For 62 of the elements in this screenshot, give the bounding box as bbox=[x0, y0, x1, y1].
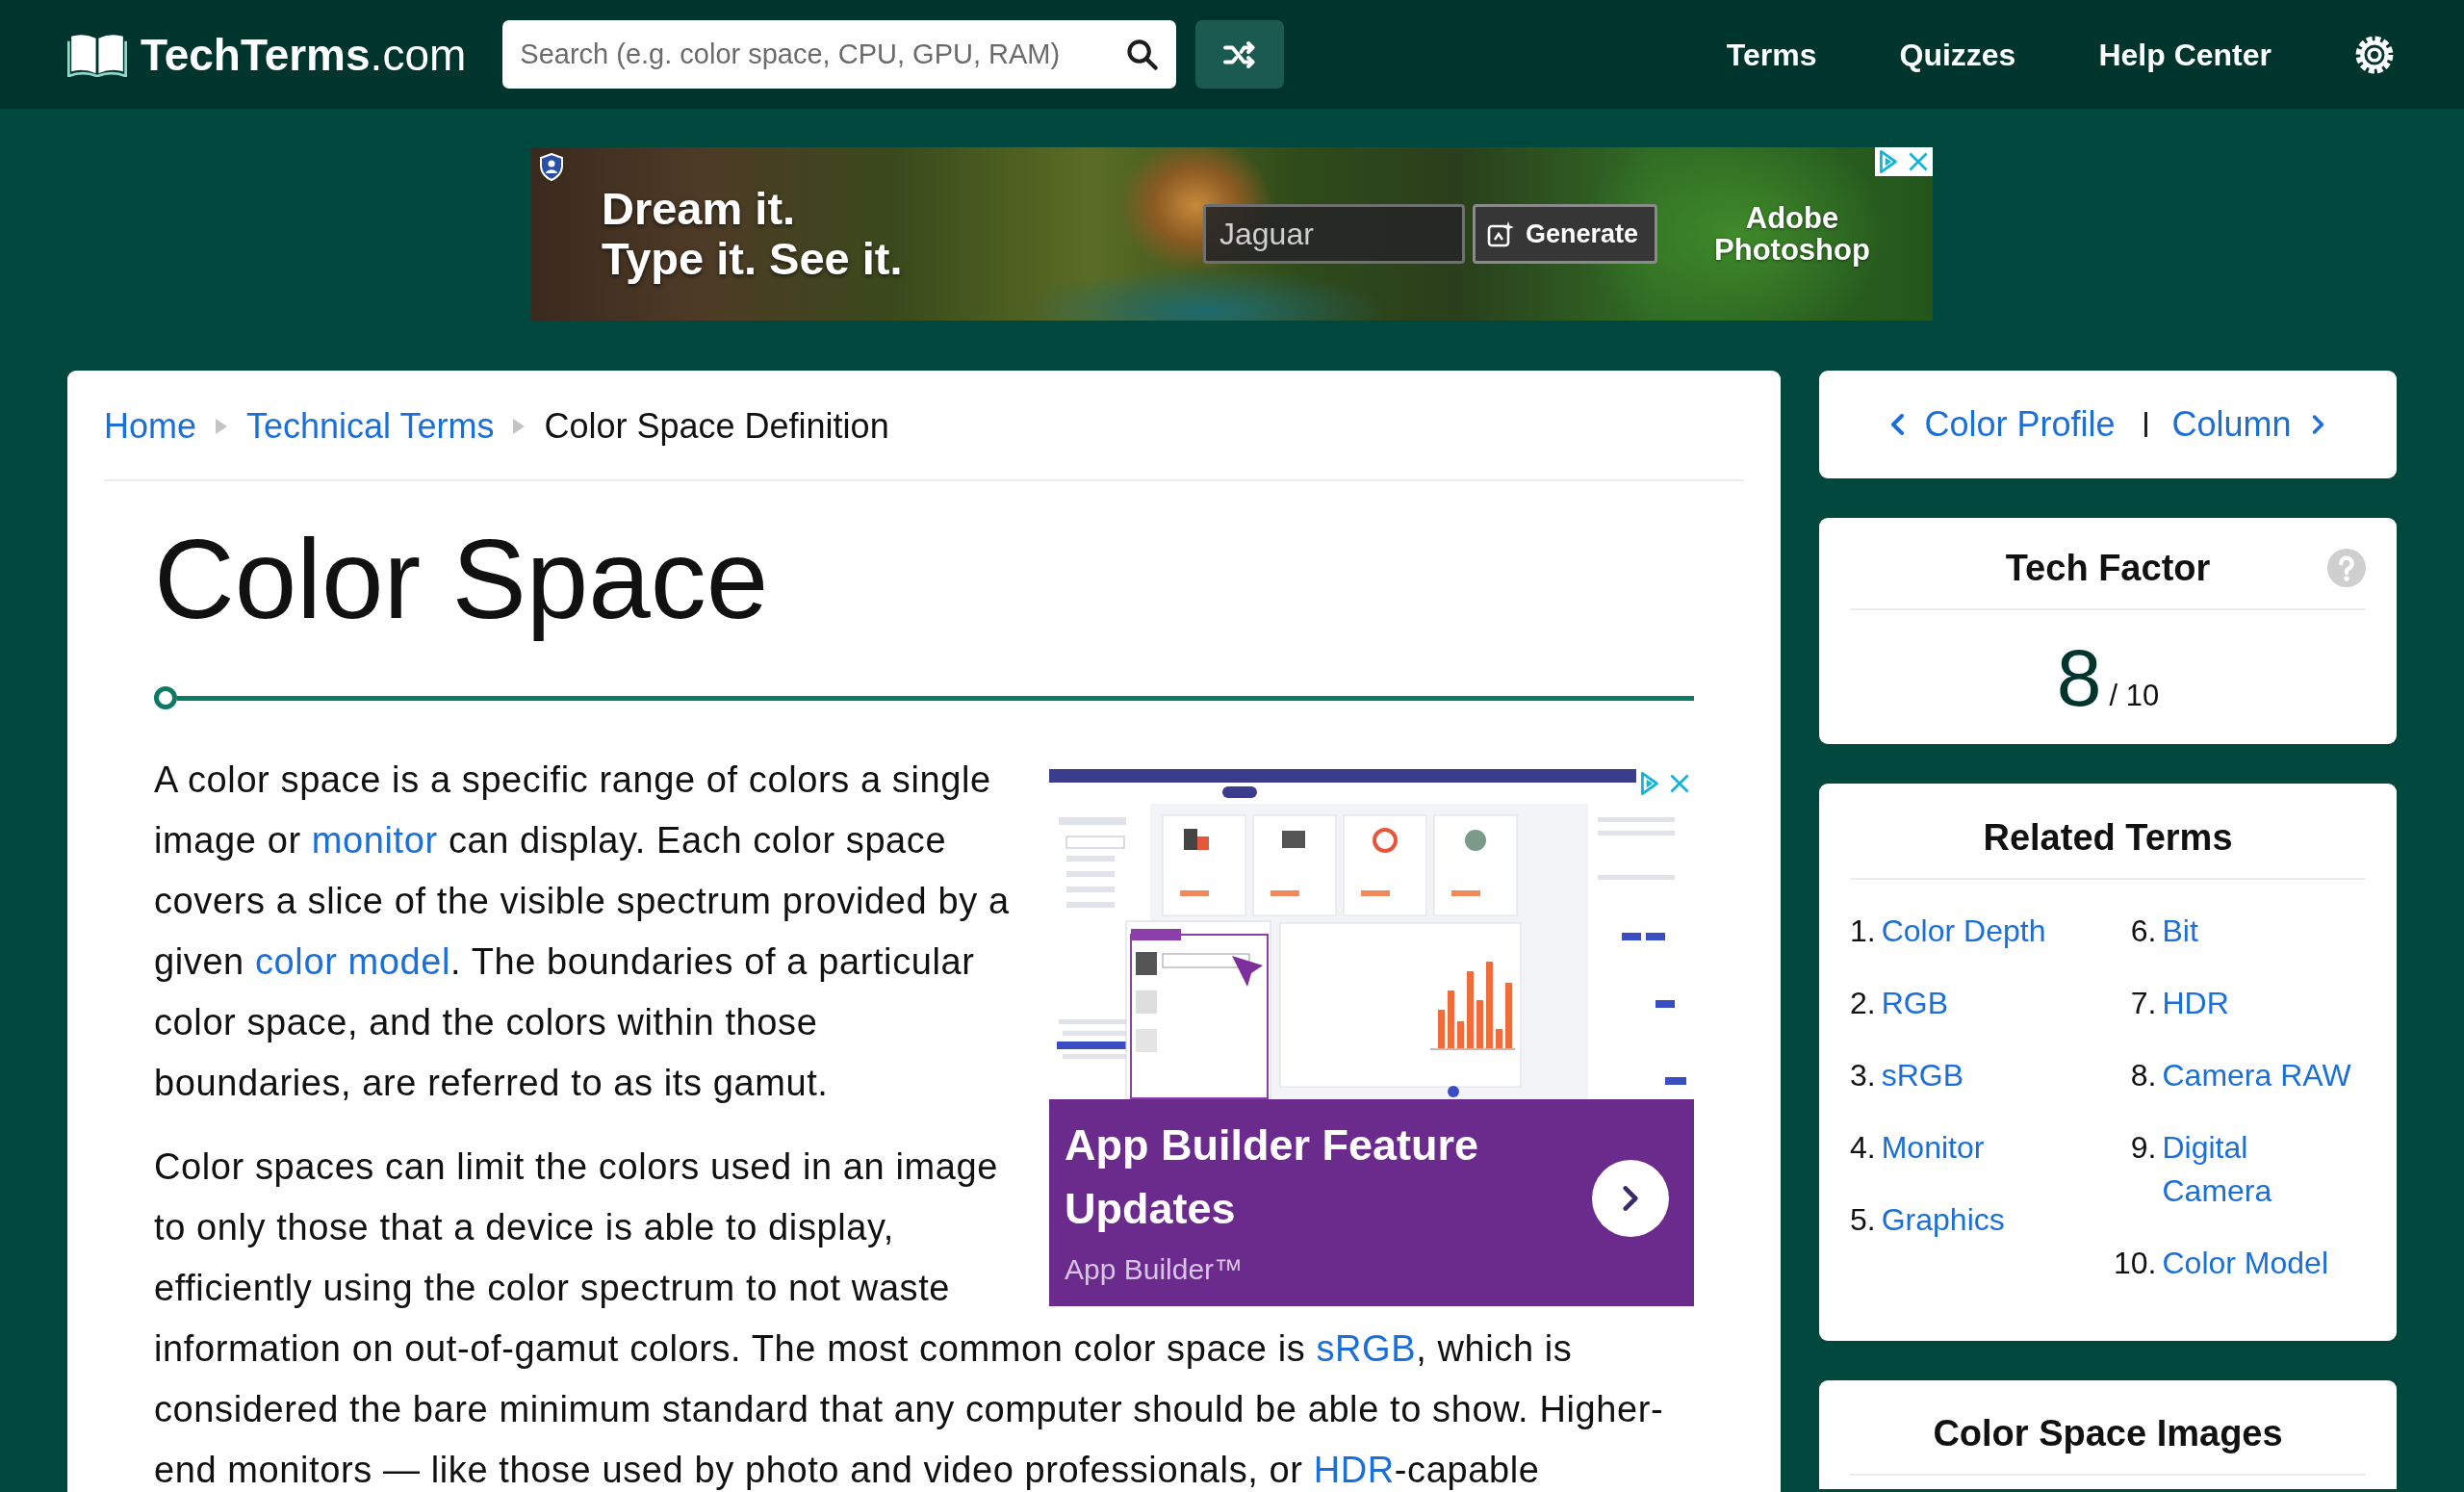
paragraph: A color space is a specific range of colors a single image or monitor can display. Each color space covers a slice of the visible spectrum provided by a given color model. The boundaries of a particular color space, and the colors within those boundaries, are referred to as its gamut. bbox=[154, 759, 1011, 1106]
sparkle-icon bbox=[1487, 219, 1516, 248]
list-number: 1. bbox=[1850, 913, 1876, 950]
generate-button[interactable]: Generate bbox=[1473, 204, 1657, 264]
list-number: 10. bbox=[2114, 1245, 2157, 1282]
prompt-field[interactable]: Jaguar bbox=[1203, 204, 1465, 264]
nav-link[interactable]: Help Center bbox=[2098, 31, 2272, 78]
next-term-link[interactable]: Column bbox=[2171, 399, 2325, 450]
search-button[interactable] bbox=[1118, 20, 1177, 89]
ad-advertiser: App Builder™ bbox=[1065, 1251, 1245, 1287]
search-icon bbox=[1126, 38, 1160, 71]
list-number: 2. bbox=[1850, 985, 1876, 1022]
list-number: 4. bbox=[1850, 1129, 1876, 1167]
ad-title: App Builder Feature Updates bbox=[1065, 1119, 1480, 1235]
shield-icon bbox=[539, 153, 564, 181]
related-term-link[interactable]: Bit bbox=[2162, 910, 2198, 953]
list-number: 6. bbox=[2130, 913, 2157, 950]
caret-right-icon bbox=[216, 419, 228, 434]
page-title: Color Space bbox=[154, 516, 770, 644]
chevron-right-icon bbox=[2310, 414, 2325, 435]
card-title: Tech Factor bbox=[2005, 547, 2211, 590]
nav-link[interactable]: Quizzes bbox=[1899, 31, 2016, 78]
list-number: 3. bbox=[1850, 1057, 1876, 1094]
paragraph: information on out-of-gamut colors. The most common color space is sRGB, which is considered the bare minimum standard that any computer should be able to show. Higher-end monitors — like those used by photo and video professionals, or HDR-capable bbox=[154, 1327, 1665, 1492]
score-scale: / 10 bbox=[2109, 678, 2160, 714]
chevron-right-icon bbox=[1621, 1183, 1640, 1213]
list-number: 9. bbox=[2130, 1129, 2157, 1167]
list-number: 8. bbox=[2130, 1057, 2157, 1094]
related-term-link[interactable]: Color Depth bbox=[1881, 910, 2046, 953]
settings-icon[interactable] bbox=[2354, 34, 2395, 75]
chevron-left-icon bbox=[1890, 414, 1906, 435]
related-term-link[interactable]: HDR bbox=[2162, 982, 2229, 1025]
text-link[interactable]: monitor bbox=[311, 820, 438, 862]
related-term-link[interactable]: sRGB bbox=[1881, 1054, 1964, 1097]
site-logo[interactable]: TechTerms.com bbox=[67, 32, 467, 77]
help-icon[interactable] bbox=[2327, 549, 2366, 587]
list-number: 7. bbox=[2130, 985, 2157, 1022]
text-link[interactable]: color model bbox=[255, 941, 451, 983]
card-title: Related Terms bbox=[1983, 816, 2233, 860]
shuffle-button[interactable] bbox=[1195, 20, 1285, 89]
breadcrumb-current: Color Space Definition bbox=[544, 405, 889, 448]
related-term-link[interactable]: Camera RAW bbox=[2162, 1054, 2351, 1097]
text-link[interactable]: HDR bbox=[1313, 1450, 1395, 1491]
score-value: 8 bbox=[2056, 634, 2102, 721]
related-term-link[interactable]: RGB bbox=[1881, 982, 1949, 1025]
list-number: 5. bbox=[1850, 1201, 1876, 1239]
card-title: Color Space Images bbox=[1933, 1412, 2283, 1455]
breadcrumb-link[interactable]: Home bbox=[104, 403, 197, 450]
related-term-link[interactable]: Digital Camera bbox=[2162, 1126, 2366, 1213]
ad-headline: Dream it. bbox=[602, 184, 797, 234]
related-term-link[interactable]: Graphics bbox=[1881, 1198, 2005, 1242]
previous-term-link[interactable]: Color Profile bbox=[1890, 399, 2116, 450]
book-icon bbox=[67, 32, 127, 77]
related-term-link[interactable]: Monitor bbox=[1881, 1126, 1985, 1170]
caret-right-icon bbox=[513, 419, 526, 434]
related-term-link[interactable]: Color Model bbox=[2162, 1242, 2328, 1285]
ad-headline: Type it. See it. bbox=[602, 234, 904, 284]
ad-brand: Adobe Photoshop bbox=[1713, 202, 1871, 266]
nav-link[interactable]: Terms bbox=[1726, 31, 1817, 78]
breadcrumb-link[interactable]: Technical Terms bbox=[246, 403, 495, 450]
text-link[interactable]: sRGB bbox=[1316, 1328, 1417, 1370]
search-field[interactable]: Search (e.g. color space, CPU, GPU, RAM) bbox=[502, 20, 1119, 89]
